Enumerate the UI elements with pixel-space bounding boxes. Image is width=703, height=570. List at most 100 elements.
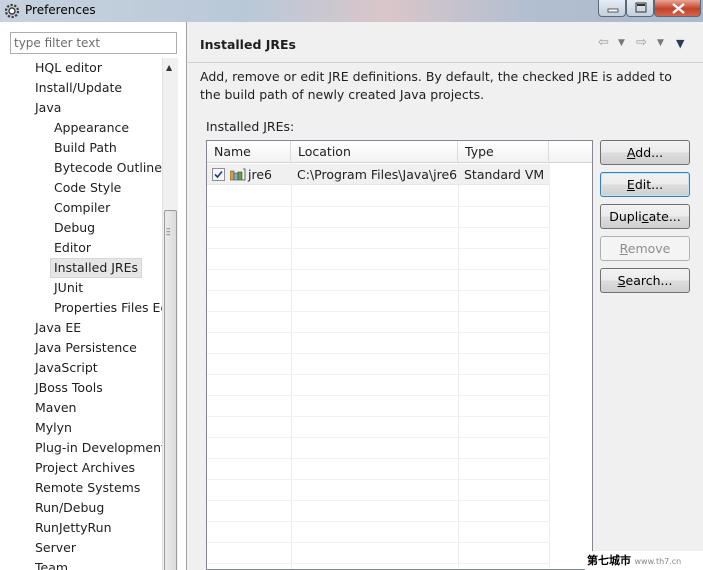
tree-item[interactable]: Bytecode Outline <box>54 158 162 178</box>
back-arrow-icon[interactable]: ⇦ <box>598 35 609 50</box>
row-divider <box>207 479 550 480</box>
row-divider <box>207 206 550 207</box>
column-divider <box>458 163 459 569</box>
tree-item[interactable]: Plug-in Development <box>35 438 162 458</box>
edit-button[interactable]: Edit... <box>600 172 690 197</box>
add-label: dd... <box>635 145 664 160</box>
row-divider <box>207 563 550 564</box>
duplicate-button[interactable]: Duplicate... <box>600 204 690 229</box>
search-mnemonic: S <box>617 273 626 288</box>
tree-item[interactable]: Installed JREs <box>50 258 143 278</box>
jre-location: C:\Program Files\Java\jre6 <box>297 167 458 182</box>
forward-dropdown-icon[interactable]: ▼ <box>657 38 664 48</box>
column-header-type[interactable]: Type <box>458 141 549 163</box>
search-button[interactable]: Search... <box>600 268 690 293</box>
close-icon <box>672 3 685 14</box>
remove-label: emove <box>627 241 671 256</box>
row-divider <box>207 374 550 375</box>
jre-table[interactable]: Name Location Type jre6 C:\Program Files… <box>206 140 593 570</box>
tree-item[interactable]: Remote Systems <box>35 478 140 498</box>
checkmark-icon <box>214 170 223 179</box>
row-divider <box>207 248 550 249</box>
forward-arrow-icon[interactable]: ⇨ <box>636 35 647 50</box>
column-header-name[interactable]: Name <box>207 141 291 163</box>
maximize-icon <box>635 2 647 13</box>
preference-page: Installed JREs ⇦ ▼ ⇨ ▼ ▼ Add, remove or … <box>188 22 703 570</box>
scroll-up-arrow-icon[interactable]: ▲ <box>166 63 172 72</box>
page-title: Installed JREs <box>200 37 297 52</box>
scrollbar-grip-icon: – – – <box>166 224 171 240</box>
table-header: Name Location Type <box>207 141 592 163</box>
filter-input[interactable] <box>10 32 177 54</box>
row-divider <box>207 227 550 228</box>
table-row[interactable]: jre6 C:\Program Files\Java\jre6 Standard… <box>207 164 550 185</box>
add-button[interactable]: Add... <box>600 140 690 165</box>
duplicate-label-pre: Dupli <box>609 209 642 224</box>
eclipse-gear-icon <box>4 3 20 19</box>
jre-name: jre6 <box>248 167 272 182</box>
tree-item[interactable]: Java Persistence <box>35 338 137 358</box>
page-navigation: ⇦ ▼ ⇨ ▼ ▼ <box>598 35 698 51</box>
tree-item[interactable]: Debug <box>54 218 95 238</box>
tree-item[interactable]: RunJettyRun <box>35 518 112 538</box>
row-divider <box>207 353 550 354</box>
jre-library-icon <box>230 168 246 181</box>
tree-item[interactable]: Editor <box>54 238 91 258</box>
close-button[interactable] <box>654 0 701 17</box>
watermark-url: www.th7.cn <box>634 557 682 566</box>
tree-item[interactable]: JBoss Tools <box>35 378 103 398</box>
column-divider <box>549 163 550 569</box>
minimize-icon <box>607 8 619 13</box>
duplicate-label: ate... <box>648 209 681 224</box>
title-separator <box>188 62 703 63</box>
maximize-button[interactable] <box>626 0 654 17</box>
label-text-pre: Installed <box>206 119 264 134</box>
tree-item[interactable]: Compiler <box>54 198 110 218</box>
row-divider <box>207 416 550 417</box>
tree-item[interactable]: Run/Debug <box>35 498 104 518</box>
view-menu-icon[interactable]: ▼ <box>676 37 684 50</box>
tree-item[interactable]: Server <box>35 538 76 558</box>
tree-item[interactable]: JavaScript <box>35 358 98 378</box>
row-divider <box>207 458 550 459</box>
watermark-site: 第七城市 <box>587 554 631 567</box>
row-divider <box>207 542 550 543</box>
edit-mnemonic: E <box>626 177 635 192</box>
label-text-post: REs: <box>266 119 295 134</box>
tree-item[interactable]: Properties Files Ed <box>54 298 162 318</box>
remove-button[interactable]: Remove <box>600 236 690 261</box>
row-divider <box>207 521 550 522</box>
tree-item[interactable]: Java EE <box>35 318 81 338</box>
site-watermark: 第七城市 www.th7.cn <box>585 551 703 570</box>
minimize-button[interactable] <box>598 0 626 17</box>
add-mnemonic: A <box>626 145 636 160</box>
back-dropdown-icon[interactable]: ▼ <box>618 38 625 48</box>
column-divider <box>291 163 292 569</box>
tree-item[interactable]: Mylyn <box>35 418 72 438</box>
row-divider <box>207 332 550 333</box>
jre-type: Standard VM <box>464 167 545 182</box>
edit-label: dit... <box>634 177 664 192</box>
row-divider <box>207 500 550 501</box>
page-description: Add, remove or edit JRE definitions. By … <box>200 69 672 102</box>
tree-item[interactable]: JUnit <box>54 278 83 298</box>
remove-mnemonic: R <box>619 241 628 256</box>
tree-item[interactable]: HQL editor <box>35 58 102 78</box>
row-divider <box>207 311 550 312</box>
tree-item[interactable]: Maven <box>35 398 76 418</box>
tree-item[interactable]: Team <box>35 558 68 570</box>
tree-item[interactable]: Code Style <box>54 178 121 198</box>
tree-item[interactable]: Install/Update <box>35 78 122 98</box>
tree-item[interactable]: Project Archives <box>35 458 135 478</box>
tree-item[interactable]: Appearance <box>54 118 129 138</box>
jre-checkbox[interactable] <box>212 168 225 181</box>
duplicate-mnemonic: c <box>641 209 649 224</box>
tree-item[interactable]: Java <box>35 98 61 118</box>
tree-scrollbar[interactable]: ▲ – – – <box>162 58 178 570</box>
row-divider <box>207 269 550 270</box>
search-label: earch... <box>625 273 673 288</box>
column-header-location[interactable]: Location <box>291 141 458 163</box>
row-divider <box>207 290 550 291</box>
tree-item[interactable]: Build Path <box>54 138 117 158</box>
scrollbar-thumb[interactable] <box>164 210 177 570</box>
